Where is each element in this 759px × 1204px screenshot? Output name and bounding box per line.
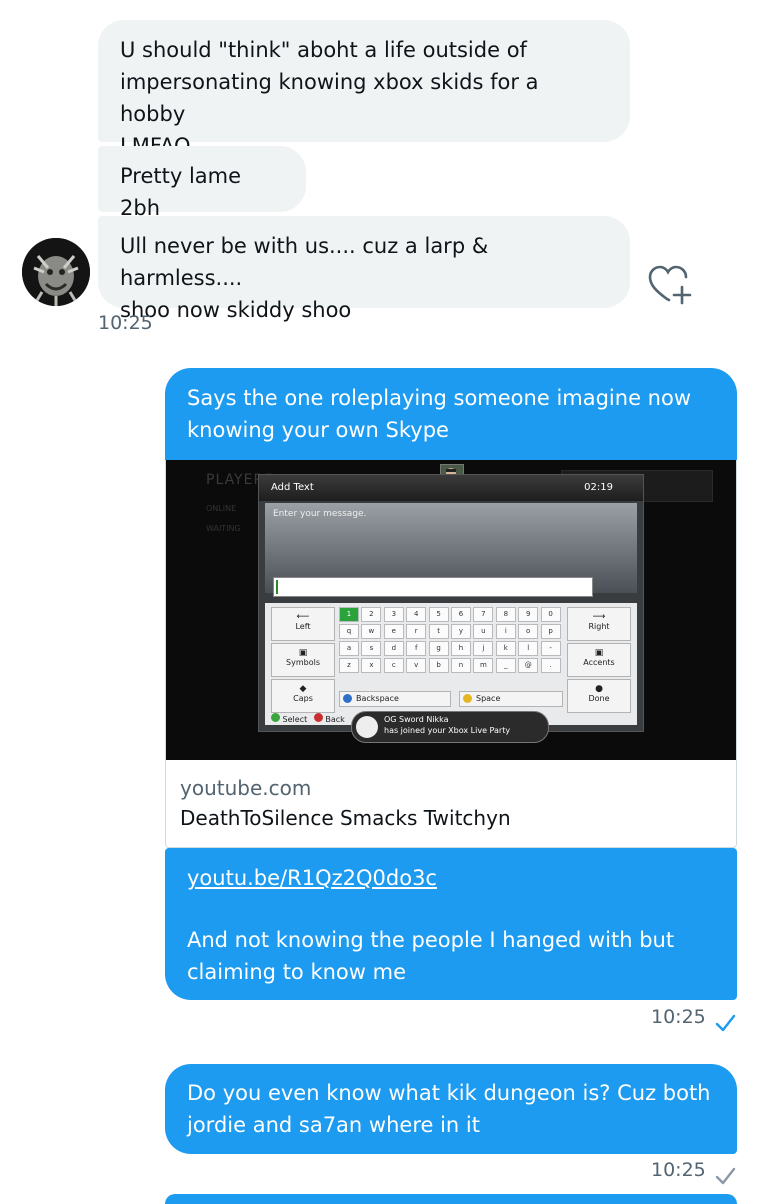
avatar-image: [22, 238, 90, 306]
message-text-line: Ull never be with us.... cuz a larp & ha…: [120, 234, 489, 290]
incoming-message[interactable]: U should "think" aboht a life outside of…: [98, 20, 630, 158]
keyboard-key[interactable]: -: [540, 641, 561, 656]
message-text-line: jordie and sa7an where in it: [187, 1113, 480, 1137]
keyboard-key[interactable]: k: [495, 641, 516, 656]
outgoing-message[interactable]: Do you even know what kik dungeon is? Cu…: [165, 1064, 737, 1154]
dialog-title: Add Text: [271, 482, 314, 493]
incoming-message[interactable]: Pretty lame 2bh: [98, 146, 306, 220]
keyboard-key[interactable]: 3: [383, 607, 404, 622]
card-title[interactable]: DeathToSilence Smacks Twitchyn: [180, 806, 511, 830]
keyboard-key[interactable]: i: [495, 624, 516, 639]
keyboard-key[interactable]: y: [451, 624, 471, 639]
done-key[interactable]: ● Done: [567, 679, 631, 713]
keyboard-key[interactable]: .: [540, 658, 561, 673]
keyboard-key[interactable]: t: [428, 624, 449, 639]
dialog-prompt: Enter your message.: [273, 509, 367, 519]
keyboard-key[interactable]: 6: [451, 607, 471, 622]
keyboard-key[interactable]: z: [339, 658, 359, 673]
keyboard-key[interactable]: 5: [428, 607, 449, 622]
message-text-line: shoo now skiddy shoo: [120, 298, 352, 322]
keyboard-key[interactable]: x: [361, 658, 382, 673]
keyboard-key[interactable]: 4: [406, 607, 427, 622]
outgoing-message[interactable]: Says the one roleplaying someone imagine…: [165, 368, 737, 464]
accents-key[interactable]: ▣ Accents: [567, 643, 631, 677]
keyboard-key[interactable]: j: [473, 641, 494, 656]
background-text: WAITING: [206, 524, 241, 533]
message-timestamp: 10:25: [98, 312, 153, 334]
symbols-key[interactable]: ▣ Symbols: [271, 643, 335, 677]
card-domain: youtube.com: [180, 776, 312, 800]
keyboard-key[interactable]: n: [451, 658, 471, 673]
backspace-key[interactable]: Backspace: [339, 691, 451, 707]
keyboard-key[interactable]: l: [518, 641, 539, 656]
keyboard-key[interactable]: o: [518, 624, 539, 639]
on-screen-keyboard: ⟵ Left ▣ Symbols ◆ Caps ⟶ Right ▣ Accents ● Do…: [265, 603, 637, 725]
keyboard-key[interactable]: h: [451, 641, 471, 656]
heart-plus-icon[interactable]: [646, 263, 692, 307]
outgoing-message-partial: [165, 1194, 737, 1204]
keyboard-key[interactable]: 0: [540, 607, 561, 622]
message-text-line: Pretty lame 2bh: [120, 164, 242, 220]
message-text-line: Says the one roleplaying someone imagine…: [187, 386, 691, 410]
xbox-keyboard-dialog: Add Text 02:19 Enter your message. ⟵ Left…: [258, 474, 644, 743]
text-entry-field[interactable]: [273, 577, 593, 597]
message-timestamp: 10:25: [651, 1006, 706, 1028]
keyboard-key[interactable]: 2: [361, 607, 382, 622]
left-key[interactable]: ⟵ Left: [271, 607, 335, 641]
message-text-line: Do you even know what kik dungeon is? Cu…: [187, 1081, 711, 1105]
right-key[interactable]: ⟶ Right: [567, 607, 631, 641]
keyboard-key[interactable]: r: [406, 624, 427, 639]
message-text-line: claiming to know me: [187, 960, 406, 984]
message-text-line: impersonating knowing xbox skids for a h…: [120, 70, 539, 126]
keyboard-key[interactable]: 1: [339, 607, 359, 622]
dialog-titlebar: Add Text 02:19: [259, 475, 643, 501]
message-timestamp: 10:25: [651, 1159, 706, 1181]
keyboard-key[interactable]: _: [495, 658, 516, 673]
avatar[interactable]: [22, 238, 90, 306]
sent-check-icon: [715, 1167, 736, 1185]
keyboard-key[interactable]: p: [540, 624, 561, 639]
keyboard-key[interactable]: s: [361, 641, 382, 656]
incoming-message[interactable]: Ull never be with us.... cuz a larp & ha…: [98, 216, 630, 322]
keyboard-key[interactable]: q: [339, 624, 359, 639]
message-text-line: U should "think" aboht a life outside of: [120, 38, 527, 62]
keyboard-key[interactable]: 9: [518, 607, 539, 622]
keyboard-key[interactable]: m: [473, 658, 494, 673]
message-text-line: knowing your own Skype: [187, 418, 449, 442]
keyboard-key[interactable]: d: [383, 641, 404, 656]
party-notification: OG Sword Nikka has joined your Xbox Live…: [351, 711, 549, 743]
dialog-clock: 02:19: [584, 482, 613, 493]
message-link[interactable]: youtu.be/R1Qz2Q0do3c: [187, 866, 437, 890]
keyboard-key[interactable]: u: [473, 624, 494, 639]
keyboard-key[interactable]: v: [406, 658, 427, 673]
message-text-line: And not knowing the people I hanged with…: [187, 928, 675, 952]
caps-key[interactable]: ◆ Caps: [271, 679, 335, 713]
keyboard-key[interactable]: b: [428, 658, 449, 673]
keyboard-key[interactable]: a: [339, 641, 359, 656]
video-thumbnail[interactable]: PLAYERS ONLINE WAITING Add Text 02:19 En…: [166, 460, 736, 760]
keyboard-key[interactable]: e: [383, 624, 404, 639]
keyboard-key[interactable]: g: [428, 641, 449, 656]
space-key[interactable]: Space: [459, 691, 563, 707]
keyboard-key[interactable]: c: [383, 658, 404, 673]
keyboard-key[interactable]: 7: [473, 607, 494, 622]
keyboard-key[interactable]: 8: [495, 607, 516, 622]
read-check-icon: [715, 1014, 736, 1032]
link-preview-card[interactable]: PLAYERS ONLINE WAITING Add Text 02:19 En…: [165, 460, 737, 848]
outgoing-message[interactable]: youtu.be/R1Qz2Q0do3c And not knowing the…: [165, 848, 737, 1000]
keyboard-key[interactable]: f: [406, 641, 427, 656]
background-text: ONLINE: [206, 504, 237, 513]
keyboard-key[interactable]: @: [518, 658, 539, 673]
select-hint: Select Back: [271, 713, 345, 724]
keyboard-key[interactable]: w: [361, 624, 382, 639]
